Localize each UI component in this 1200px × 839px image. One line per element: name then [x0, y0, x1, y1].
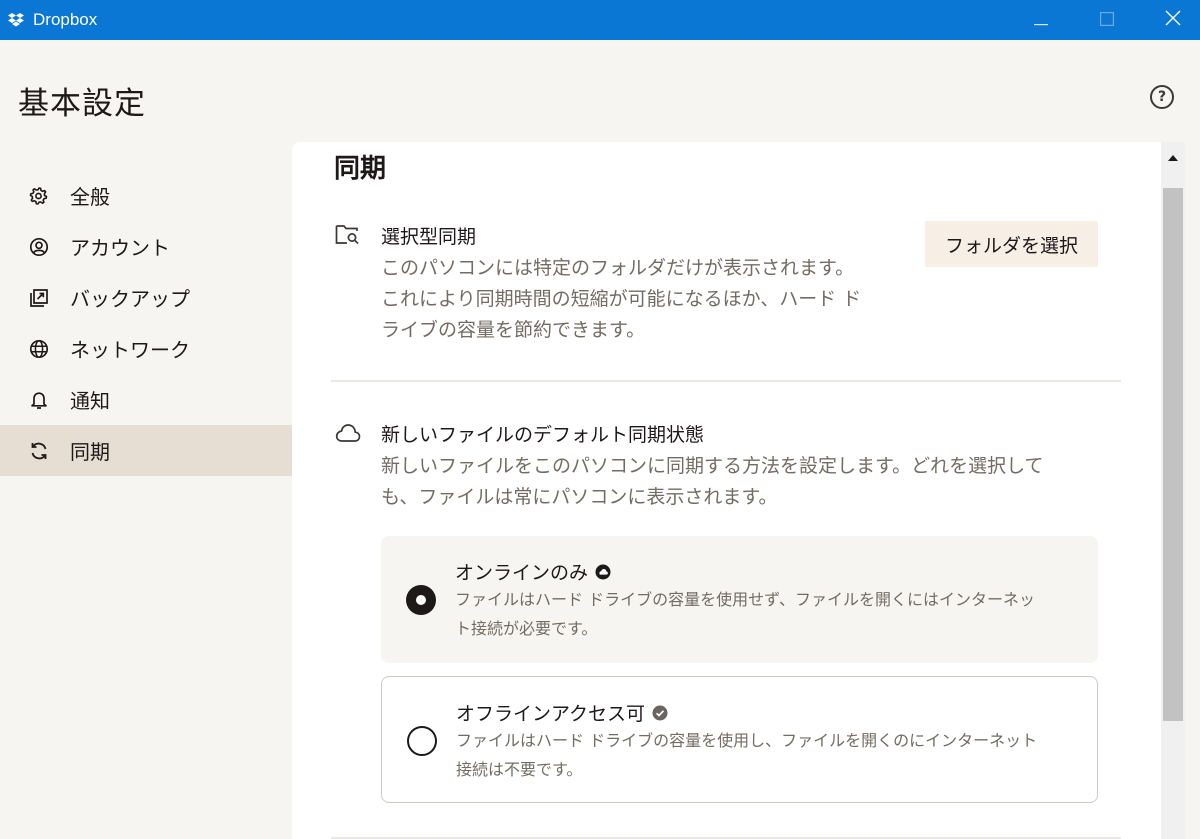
sidebar-item-label: 同期	[70, 440, 110, 464]
minimize-button[interactable]	[1008, 0, 1074, 40]
help-button[interactable]: ?	[1150, 85, 1174, 109]
sidebar-item-label: アカウント	[70, 236, 170, 260]
scrollbar-thumb[interactable]	[1163, 188, 1183, 721]
sidebar-item-backup[interactable]: バックアップ	[0, 272, 292, 323]
option-title-text: オフラインアクセス可	[456, 703, 646, 725]
arrow-up-icon	[1168, 146, 1178, 165]
close-icon	[1165, 10, 1181, 30]
choose-folder-button[interactable]: フォルダを選択	[925, 221, 1098, 267]
section-title: 同期	[334, 154, 387, 184]
maximize-icon	[1100, 11, 1115, 30]
vertical-scrollbar[interactable]	[1161, 142, 1185, 839]
sidebar-item-notifications[interactable]: 通知	[0, 374, 292, 425]
page-title: 基本設定	[18, 86, 146, 122]
sidebar-item-sync[interactable]: 同期	[0, 425, 292, 476]
bell-icon	[29, 390, 49, 410]
cloud-icon	[335, 420, 361, 446]
option-title: オンラインのみ	[455, 558, 611, 585]
option-online-only[interactable]: オンラインのみ ファイルはハード ドライブの容量を使用せず、ファイルを開くにはイ…	[381, 536, 1098, 663]
option-title-text: オンラインのみ	[455, 562, 589, 584]
radio-online-only[interactable]	[406, 585, 436, 615]
description-line: ファイルはハード ドライブの容量を使用し、ファイルを開くのにインターネット	[456, 731, 1038, 750]
radio-offline-access[interactable]	[407, 726, 437, 756]
description-line: これにより同期時間の短縮が可能になるほか、ハード ド	[381, 288, 862, 310]
sidebar-item-account[interactable]: アカウント	[0, 221, 292, 272]
dropbox-icon	[7, 11, 25, 29]
default-sync-title: 新しいファイルのデフォルト同期状態	[381, 424, 705, 446]
selective-sync-title: 選択型同期	[381, 226, 477, 248]
description-line: 新しいファイルをこのパソコンに同期する方法を設定します。どれを選択して	[381, 455, 1044, 477]
sidebar-item-label: 通知	[70, 389, 110, 413]
description-line: ト接続が必要です。	[455, 619, 598, 638]
description-line: このパソコンには特定のフォルダだけが表示されます。	[381, 257, 855, 279]
selective-sync-description: このパソコンには特定のフォルダだけが表示されます。 これにより同期時間の短縮が可…	[381, 253, 901, 346]
maximize-button[interactable]	[1074, 0, 1140, 40]
help-circle-icon: ?	[1157, 89, 1167, 105]
divider	[331, 380, 1121, 382]
globe-icon	[29, 339, 49, 359]
description-line: も、ファイルは常にパソコンに表示されます。	[381, 486, 778, 508]
settings-panel: 同期 選択型同期 このパソコンには特定のフォルダだけが表示されます。 これにより…	[292, 142, 1161, 839]
gear-icon	[29, 186, 49, 206]
sync-icon	[29, 441, 49, 461]
sidebar: 全般 アカウント バックアップ ネットワーク 通知 同期	[0, 170, 292, 476]
scroll-up-button[interactable]	[1161, 142, 1185, 168]
option-offline-access[interactable]: オフラインアクセス可 ファイルはハード ドライブの容量を使用し、ファイルを開くの…	[381, 676, 1098, 803]
sidebar-item-label: 全般	[70, 185, 110, 209]
default-sync-description: 新しいファイルをこのパソコンに同期する方法を設定します。どれを選択して も、ファ…	[381, 451, 1101, 513]
backup-icon	[29, 288, 49, 308]
option-description: ファイルはハード ドライブの容量を使用せず、ファイルを開くにはインターネッ ト接…	[455, 585, 1085, 643]
description-line: ファイルはハード ドライブの容量を使用せず、ファイルを開くにはインターネッ	[455, 590, 1035, 609]
title-bar: Dropbox	[0, 0, 1200, 40]
option-title: オフラインアクセス可	[456, 699, 668, 726]
close-button[interactable]	[1140, 0, 1200, 40]
check-circle-icon	[652, 705, 668, 721]
online-only-icon	[595, 564, 611, 580]
minimize-icon	[1034, 11, 1048, 30]
description-line: 接続は不要です。	[456, 760, 583, 779]
account-icon	[29, 237, 49, 257]
sidebar-item-general[interactable]: 全般	[0, 170, 292, 221]
option-description: ファイルはハード ドライブの容量を使用し、ファイルを開くのにインターネット 接続…	[456, 726, 1086, 784]
sidebar-item-label: ネットワーク	[70, 338, 190, 362]
sidebar-item-label: バックアップ	[70, 287, 190, 311]
description-line: ライブの容量を節約できます。	[381, 319, 646, 341]
window-title: Dropbox	[33, 10, 98, 29]
folder-search-icon	[335, 222, 361, 248]
sidebar-item-network[interactable]: ネットワーク	[0, 323, 292, 374]
